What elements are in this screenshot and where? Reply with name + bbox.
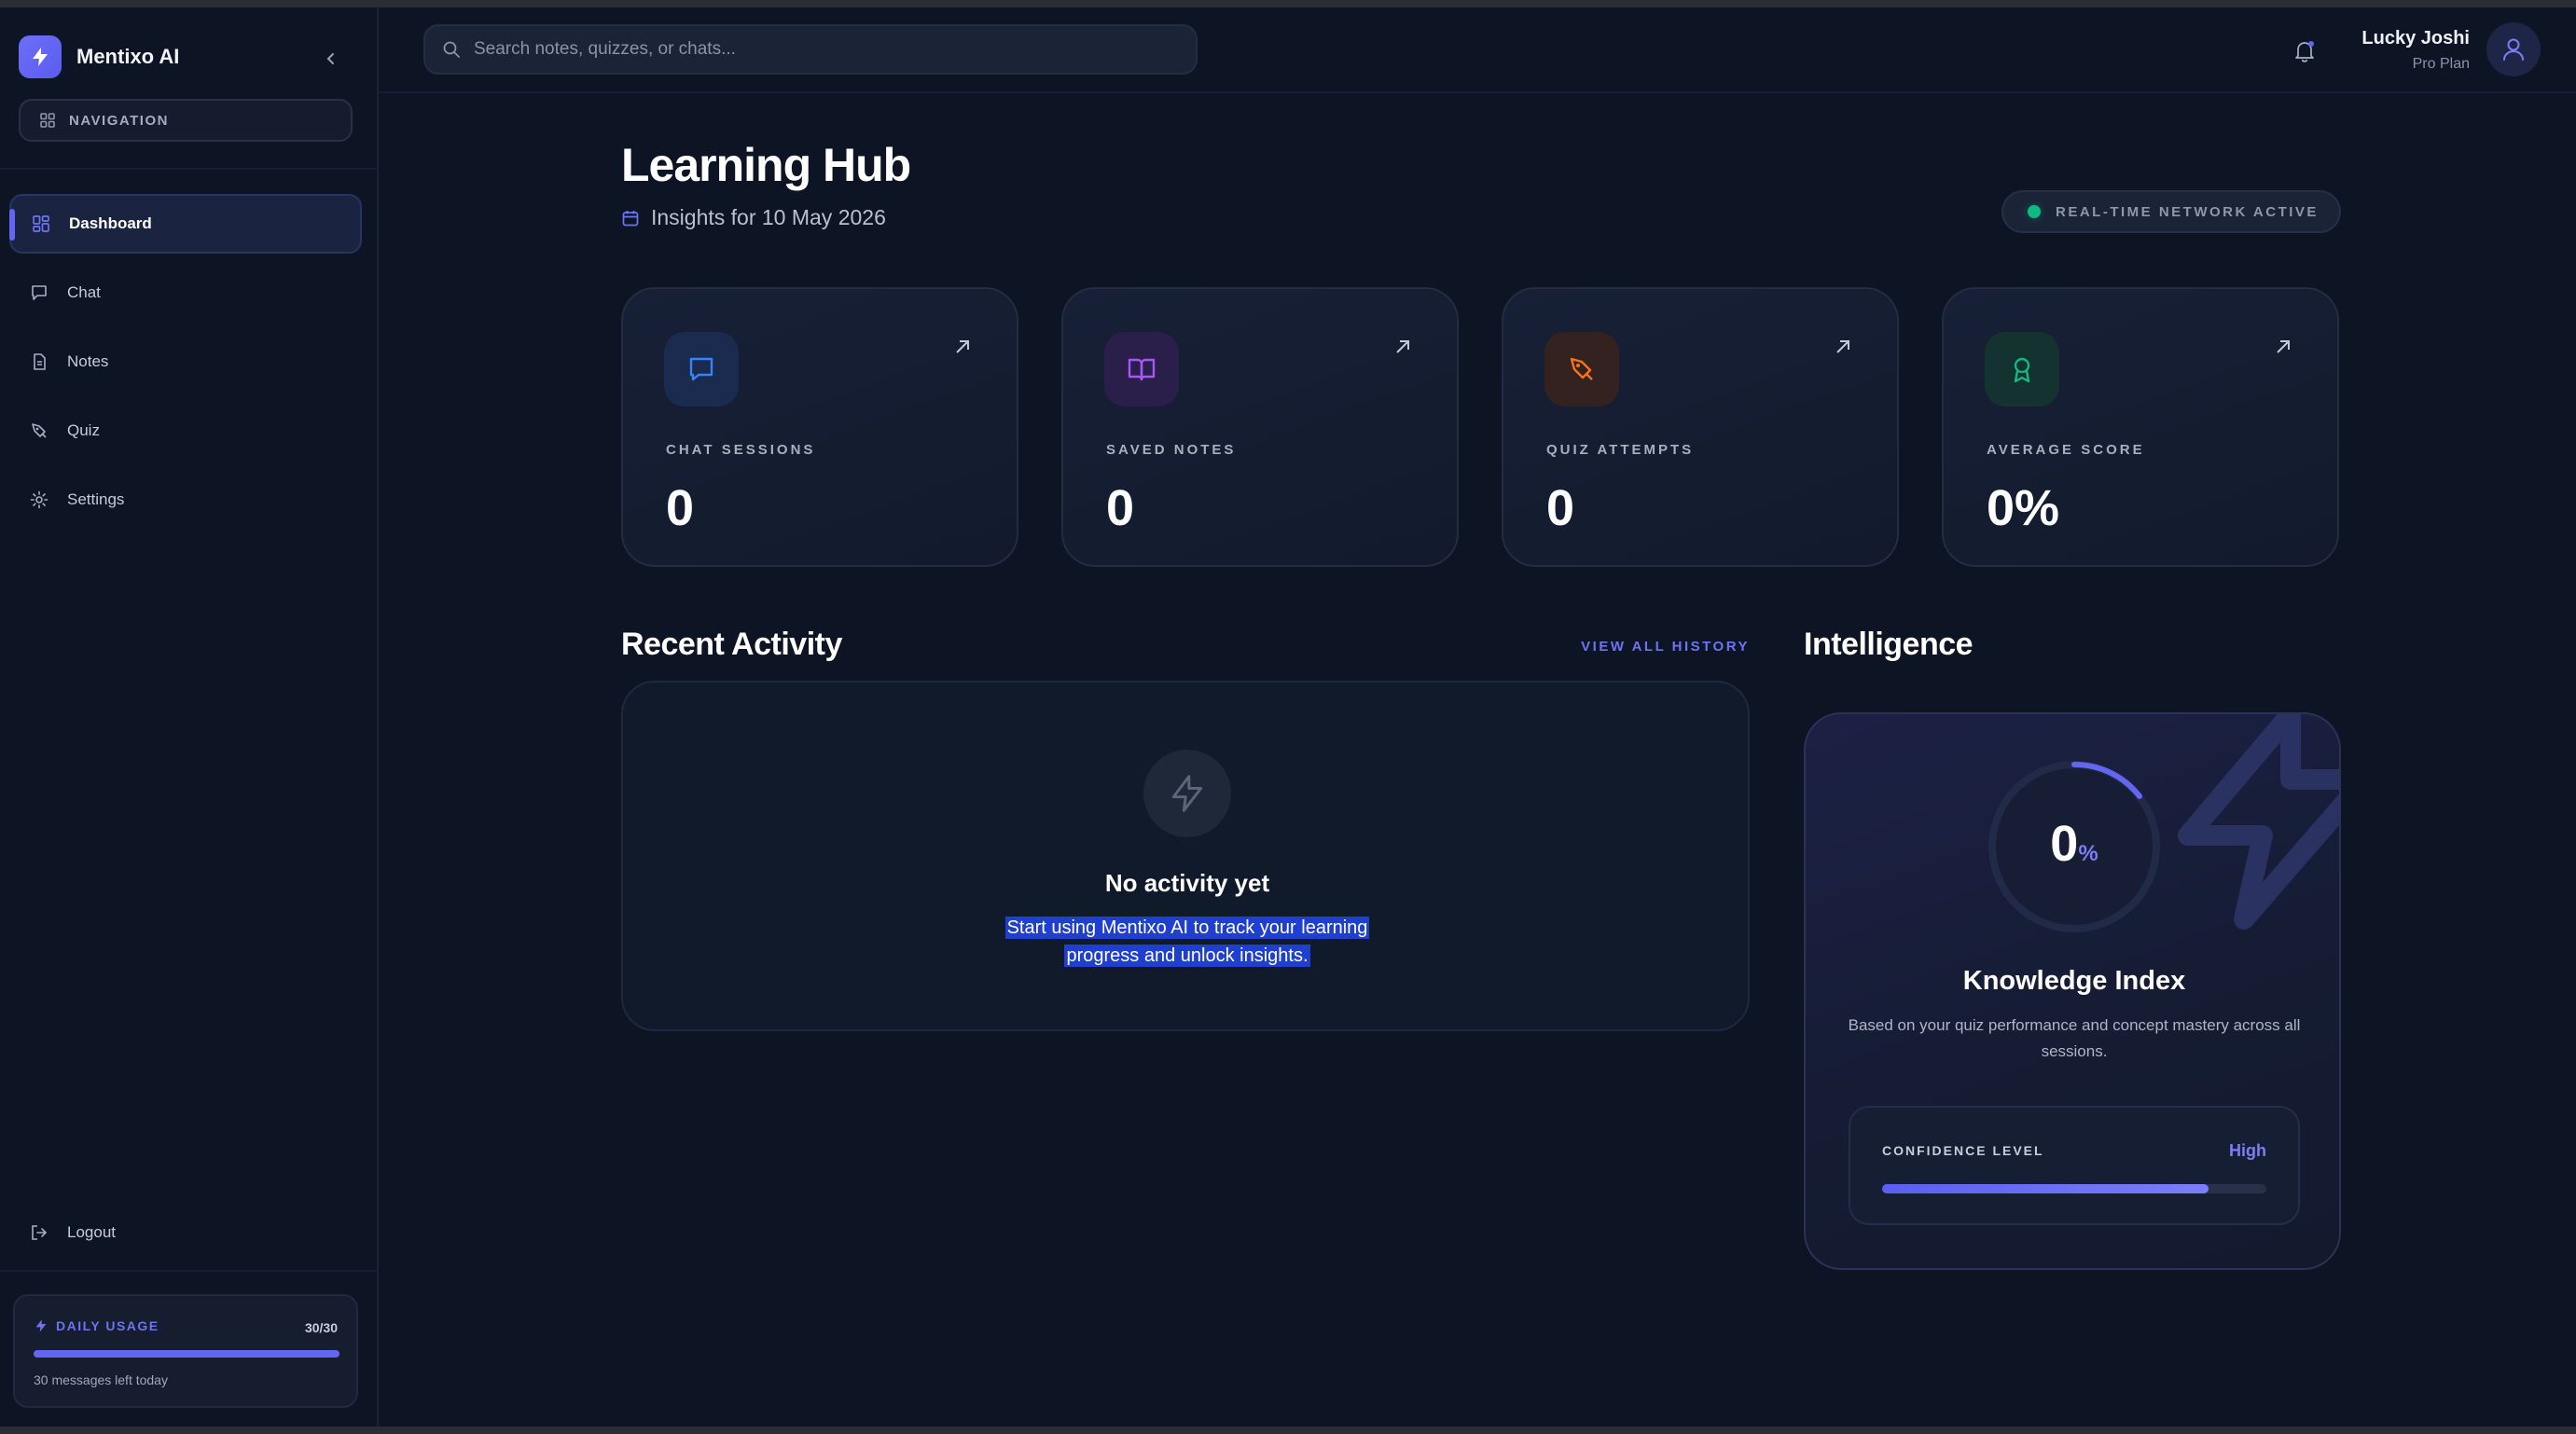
divider	[0, 168, 377, 170]
chat-icon	[664, 332, 739, 407]
divider	[0, 1270, 377, 1272]
bolt-icon	[1143, 750, 1231, 837]
notes-icon	[34, 353, 46, 370]
knowledge-index-number: 0	[2050, 816, 2079, 872]
arrow-up-right-icon[interactable]	[1392, 336, 1414, 358]
bell-icon	[2295, 41, 2314, 62]
stat-card-chat-sessions[interactable]: CHAT SESSIONS 0	[621, 287, 1018, 567]
bolt-icon	[35, 1319, 47, 1332]
status-dot-icon	[2028, 205, 2041, 218]
empty-state-line: Start using Mentixo AI to track your lea…	[1004, 917, 1370, 939]
stat-value: 0	[666, 480, 695, 536]
user-name[interactable]: Lucky Joshi	[2361, 28, 2470, 49]
gear-icon	[30, 490, 48, 509]
daily-usage-title: DAILY USAGE	[56, 1318, 159, 1333]
confidence-level-box: CONFIDENCE LEVEL High	[1849, 1106, 2300, 1225]
knowledge-index-title: Knowledge Index	[1962, 966, 2186, 996]
sidebar-item-settings[interactable]: Settings	[9, 470, 362, 530]
daily-usage-card: DAILY USAGE 30/30 30 messages left today	[13, 1294, 358, 1408]
brand-name: Mentixo AI	[76, 45, 180, 68]
sidebar-item-dashboard[interactable]: Dashboard	[9, 194, 362, 254]
status-text: REAL-TIME NETWORK ACTIVE	[2056, 203, 2319, 220]
avatar[interactable]	[2486, 22, 2541, 76]
sidebar-item-chat[interactable]: Chat	[9, 263, 362, 323]
user-plan: Pro Plan	[2412, 56, 2470, 72]
navigation-label: NAVIGATION	[69, 112, 169, 129]
arrow-up-right-icon[interactable]	[2272, 336, 2294, 358]
stat-label: CHAT SESSIONS	[666, 442, 816, 458]
recent-activity-panel: No activity yet Start using Mentixo AI t…	[621, 681, 1750, 1031]
topbar: Lucky Joshi Pro Plan	[379, 7, 2576, 93]
chevron-left-icon	[326, 53, 334, 64]
quiz-icon	[32, 423, 47, 438]
arrow-up-right-icon[interactable]	[1832, 336, 1854, 358]
app-window: Mentixo AI NAVIGATION Dashboard Chat Not…	[0, 7, 2576, 1427]
search-bar[interactable]	[423, 24, 1198, 75]
knowledge-index-unit: %	[2078, 841, 2098, 866]
sidebar-item-quiz[interactable]: Quiz	[9, 401, 362, 461]
date-row: Insights for 10 May 2026	[621, 205, 886, 230]
navigation-toggle[interactable]: NAVIGATION	[19, 99, 353, 142]
dashboard-icon	[33, 215, 49, 232]
logout-button[interactable]: Logout	[9, 1203, 362, 1262]
logout-icon	[32, 1225, 48, 1240]
intelligence-title: Intelligence	[1804, 627, 1974, 662]
confidence-progress-fill	[1882, 1184, 2209, 1193]
empty-state-title: No activity yet	[1104, 869, 1270, 897]
sidebar-item-label: Dashboard	[69, 214, 152, 232]
knowledge-index-value: 0%	[1985, 815, 2164, 873]
knowledge-index-card: 0% Knowledge Index Based on your quiz pe…	[1804, 712, 2341, 1270]
page-title: Learning Hub	[621, 139, 911, 191]
recent-activity-title: Recent Activity	[621, 627, 842, 662]
pen-icon	[1544, 332, 1619, 407]
confidence-progress	[1882, 1184, 2266, 1193]
sidebar-item-label: Quiz	[67, 421, 100, 439]
logout-label: Logout	[67, 1223, 116, 1241]
collapse-sidebar-button[interactable]	[317, 45, 345, 73]
daily-usage-note: 30 messages left today	[34, 1372, 168, 1387]
knowledge-index-description: Based on your quiz performance and conce…	[1848, 1016, 2301, 1060]
stat-value: 0	[1546, 480, 1575, 536]
stat-label: QUIZ ATTEMPTS	[1546, 442, 1695, 458]
stat-value: 0	[1106, 480, 1135, 536]
daily-usage-progress	[34, 1350, 339, 1358]
search-input[interactable]	[474, 39, 1183, 60]
bolt-logo-icon	[19, 35, 62, 78]
empty-state-description: Start using Mentixo AI to track your lea…	[623, 914, 1752, 970]
sidebar-item-label: Chat	[67, 283, 101, 301]
stat-label: SAVED NOTES	[1106, 442, 1237, 458]
stat-value: 0%	[1987, 480, 2060, 536]
search-icon	[443, 41, 460, 58]
empty-state-line: progress and unlock insights.	[1064, 945, 1310, 967]
daily-usage-count: 30/30	[304, 1320, 338, 1335]
sidebar-item-label: Settings	[67, 490, 125, 508]
confidence-value: High	[2229, 1141, 2266, 1160]
sidebar-item-label: Notes	[67, 352, 109, 370]
chat-icon	[32, 285, 47, 300]
status-badge: REAL-TIME NETWORK ACTIVE	[2001, 190, 2341, 233]
book-icon	[1104, 332, 1179, 407]
award-icon	[1985, 332, 2059, 407]
arrow-up-right-icon[interactable]	[951, 336, 974, 358]
daily-usage-progress-fill	[34, 1350, 339, 1358]
sidebar: Mentixo AI NAVIGATION Dashboard Chat Not…	[0, 7, 379, 1427]
user-icon	[2503, 38, 2524, 61]
calendar-icon	[622, 210, 639, 226]
stat-card-saved-notes[interactable]: SAVED NOTES 0	[1061, 287, 1459, 567]
brand[interactable]: Mentixo AI	[19, 35, 179, 78]
stat-card-average-score[interactable]: AVERAGE SCORE 0%	[1942, 287, 2339, 567]
stat-card-quiz-attempts[interactable]: QUIZ ATTEMPTS 0	[1502, 287, 1899, 567]
grid-icon	[40, 113, 55, 128]
daily-usage-header: DAILY USAGE	[34, 1318, 159, 1333]
notifications-button[interactable]	[2289, 35, 2320, 67]
confidence-label: CONFIDENCE LEVEL	[1882, 1143, 2044, 1158]
sidebar-item-notes[interactable]: Notes	[9, 332, 362, 392]
stat-label: AVERAGE SCORE	[1987, 442, 2145, 458]
view-all-history-link[interactable]: VIEW ALL HISTORY	[1492, 639, 1750, 655]
date-text: Insights for 10 May 2026	[651, 205, 886, 229]
bolt-watermark-icon	[2178, 714, 2339, 930]
